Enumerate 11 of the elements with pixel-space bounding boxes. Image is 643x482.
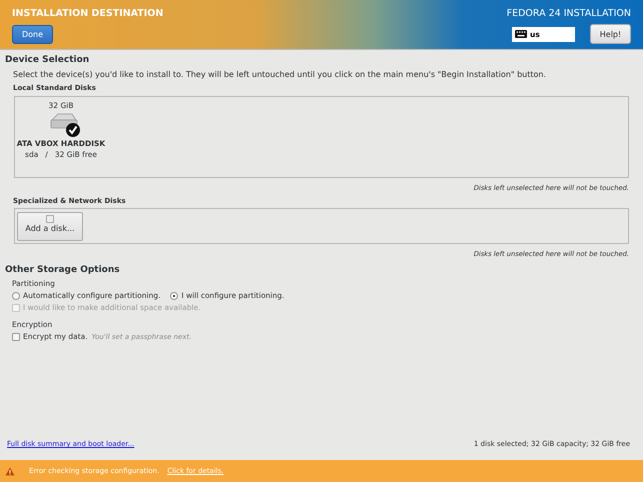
help-button[interactable]: Help! (590, 24, 631, 44)
hard-disk-icon[interactable] (48, 112, 82, 138)
page-title: INSTALLATION DESTINATION (12, 8, 164, 19)
add-disk-button[interactable]: Add a disk... (17, 212, 83, 241)
keyboard-icon (515, 30, 527, 38)
instructions-text: Select the device(s) you'd like to install to. They will be left untouched until you click on the main menu's "Begin Installation" button. (13, 70, 548, 79)
done-button[interactable]: Done (12, 25, 53, 44)
section-heading: Other Storage Options (5, 265, 121, 275)
section-heading: Device Selection (5, 55, 90, 65)
warning-icon (5, 466, 15, 476)
product-title: FEDORA 24 INSTALLATION (506, 8, 631, 19)
